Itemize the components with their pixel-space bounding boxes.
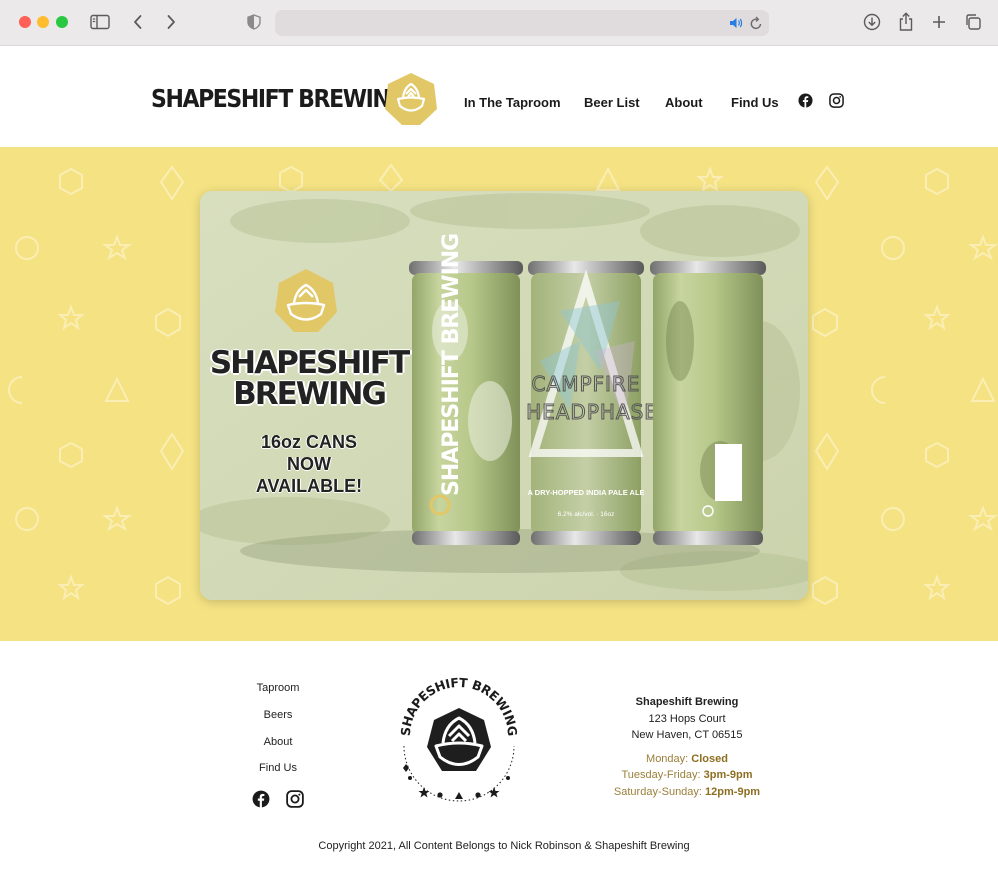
hop-logo-icon[interactable]	[384, 72, 438, 126]
address-street: 123 Hops Court	[648, 713, 726, 725]
footer-link-taproom[interactable]: Taproom	[228, 682, 328, 694]
footer-facebook-icon[interactable]	[252, 790, 270, 808]
address-bar[interactable]	[275, 10, 769, 36]
sidebar-toggle-icon[interactable]	[89, 12, 111, 32]
banner-title: SHAPESHIFT BREWING	[200, 348, 410, 410]
footer-link-about[interactable]: About	[228, 736, 328, 748]
hero-section: SHAPESHIFT BREWING CAMPFIRE HEADPHASE A …	[0, 147, 998, 641]
banner-sub-line3: AVAILABLE!	[255, 476, 363, 496]
forward-icon[interactable]	[160, 12, 182, 32]
hours-weekend: Saturday-Sunday: 12pm-9pm	[587, 786, 787, 798]
brewery-badge-logo: SHAPESHIFT BREWING	[398, 675, 520, 802]
nav-find-us[interactable]: Find Us	[731, 95, 779, 110]
can-beer-name-line1: CAMPFIRE	[532, 372, 641, 396]
hours-time: 12pm-9pm	[705, 786, 761, 798]
footer-link-beers[interactable]: Beers	[228, 709, 328, 721]
site-footer: Taproom Beers About Find Us SHAPESHIFT B…	[0, 641, 998, 887]
nav-about[interactable]: About	[665, 95, 703, 110]
hours-days: Saturday-Sunday:	[613, 786, 706, 798]
back-icon[interactable]	[127, 12, 149, 32]
tab-overview-icon[interactable]	[962, 12, 984, 32]
close-window-button[interactable]	[19, 16, 31, 28]
instagram-icon[interactable]	[829, 93, 844, 108]
brand-wordmark[interactable]: SHAPESHIFT BREWING	[151, 85, 407, 114]
hours-weekday: Tuesday-Friday: 3pm-9pm	[587, 769, 787, 781]
hours-time: 3pm-9pm	[703, 769, 753, 781]
hours-monday: Monday: Closed	[587, 753, 787, 765]
footer-link-find-us[interactable]: Find Us	[228, 762, 328, 774]
browser-toolbar	[0, 0, 998, 46]
banner-sub-line1: 16oz CANS	[260, 432, 358, 452]
hours-days: Tuesday-Friday:	[621, 769, 704, 781]
footer-instagram-icon[interactable]	[286, 790, 304, 808]
banner-sub-line2: NOW	[287, 454, 331, 474]
site-header: SHAPESHIFT BREWING In The Taproom Beer L…	[0, 47, 998, 147]
banner-title-line2: BREWING	[233, 376, 387, 412]
zoom-window-button[interactable]	[56, 16, 68, 28]
nav-beer-list[interactable]: Beer List	[584, 95, 640, 110]
copyright-text: Copyright 2021, All Content Belongs to N…	[318, 840, 690, 852]
minimize-window-button[interactable]	[37, 16, 49, 28]
share-icon[interactable]	[895, 12, 917, 32]
address-name: Shapeshift Brewing	[635, 696, 739, 708]
nav-in-the-taproom[interactable]: In The Taproom	[464, 95, 561, 110]
downloads-icon[interactable]	[861, 12, 883, 32]
banner-title-line1: SHAPESHIFT	[209, 345, 410, 381]
hours-days: Monday:	[646, 753, 692, 765]
address-city: New Haven, CT 06515	[631, 729, 743, 741]
reload-icon[interactable]	[749, 15, 763, 36]
speaker-icon[interactable]	[729, 16, 743, 35]
can-brand-text: SHAPESHIFT BREWING	[439, 234, 464, 496]
new-tab-icon[interactable]	[928, 12, 950, 32]
hero-banner-image[interactable]: SHAPESHIFT BREWING CAMPFIRE HEADPHASE A …	[200, 191, 808, 600]
can-style-text: A DRY-HOPPED INDIA PALE ALE	[527, 488, 644, 497]
banner-subtitle: 16oz CANS NOW AVAILABLE!	[200, 431, 410, 497]
can-abv-text: 6.2% alc/vol. · 16oz	[558, 511, 615, 518]
facebook-icon[interactable]	[798, 93, 813, 108]
hours-time: Closed	[691, 753, 728, 765]
privacy-shield-icon[interactable]	[243, 12, 265, 32]
can-beer-name-line2: HEADPHASE	[526, 400, 658, 424]
